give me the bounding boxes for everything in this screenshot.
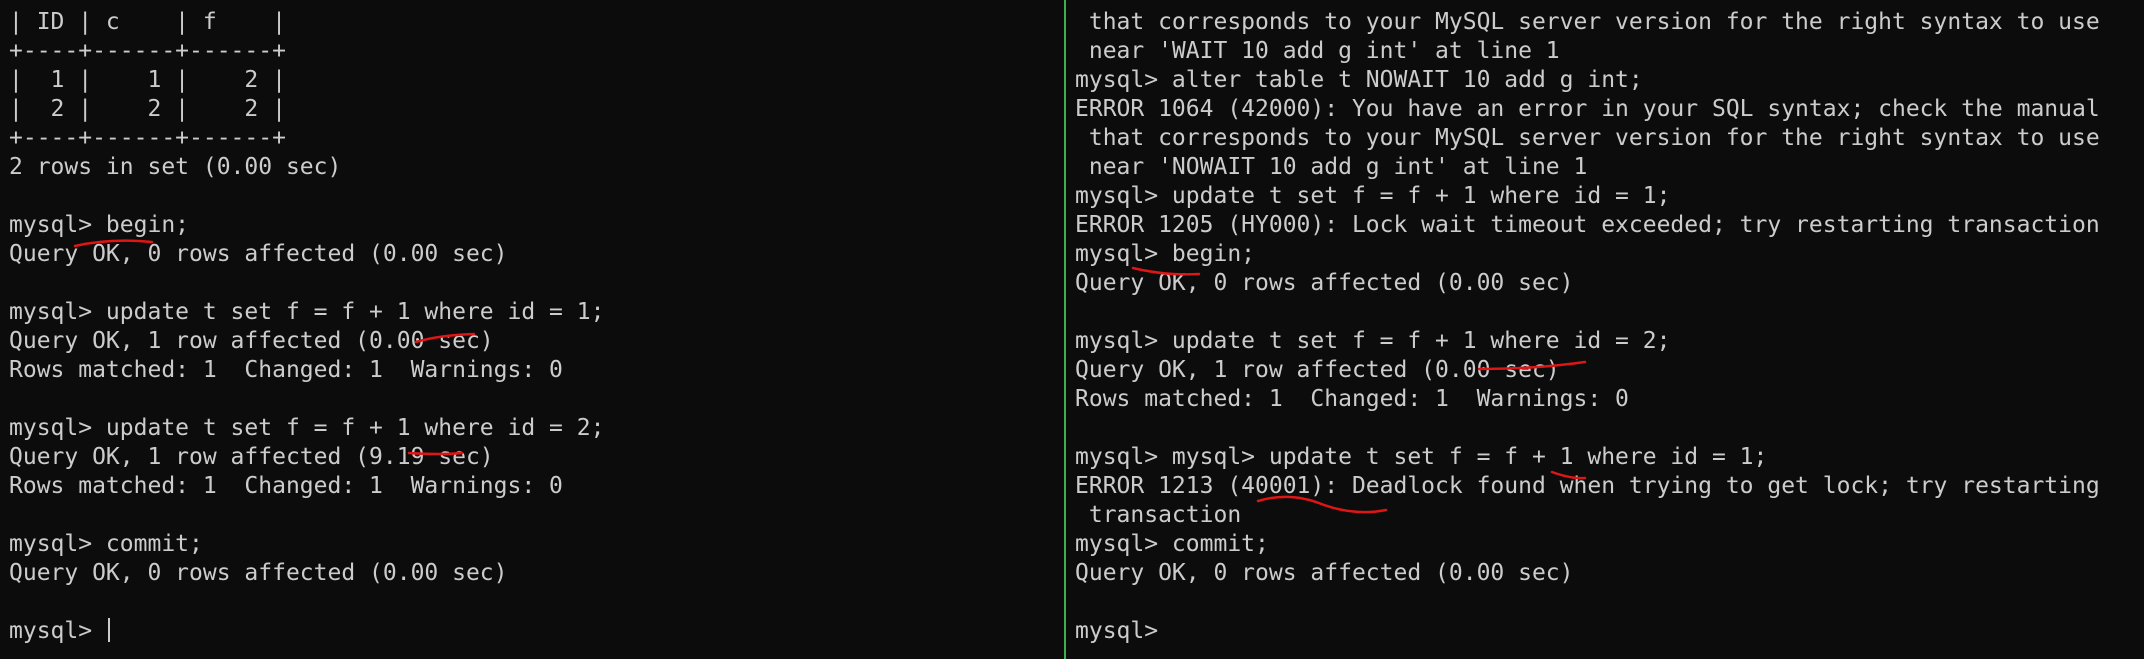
terminal-window[interactable]: | ID | c | f | +----+------+------+ | 1 … xyxy=(0,0,2144,659)
terminal-prompt-line[interactable]: mysql> xyxy=(9,617,1064,646)
terminal-line: transaction xyxy=(1075,502,1242,528)
terminal-line: ERROR 1213 (40001): Deadlock found when … xyxy=(1075,473,2100,499)
terminal-line: mysql> begin; xyxy=(9,212,190,238)
terminal-line: mysql> update t set f = f + 1 where id =… xyxy=(1075,183,1671,209)
terminal-line: Query OK, 1 row affected (9.19 sec) xyxy=(9,444,494,470)
prompt-text: mysql> xyxy=(9,618,106,644)
terminal-line: | 1 | 1 | 2 | xyxy=(9,67,286,93)
terminal-line: mysql> mysql> update t set f = f + 1 whe… xyxy=(1075,444,1768,470)
terminal-line: Rows matched: 1 Changed: 1 Warnings: 0 xyxy=(9,357,563,383)
terminal-line: mysql> begin; xyxy=(1075,241,1256,267)
terminal-line: that corresponds to your MySQL server ve… xyxy=(1075,9,2100,35)
terminal-line: near 'NOWAIT 10 add g int' at line 1 xyxy=(1075,154,1588,180)
text-cursor xyxy=(107,618,110,642)
terminal-line: Rows matched: 1 Changed: 1 Warnings: 0 xyxy=(9,473,563,499)
terminal-line: Query OK, 0 rows affected (0.00 sec) xyxy=(1075,270,1574,296)
left-terminal-pane[interactable]: | ID | c | f | +----+------+------+ | 1 … xyxy=(0,0,1064,659)
terminal-prompt-line[interactable]: mysql> xyxy=(1075,617,2144,646)
terminal-line: mysql> update t set f = f + 1 where id =… xyxy=(9,299,605,325)
terminal-line: mysql> update t set f = f + 1 where id =… xyxy=(1075,328,1671,354)
terminal-line: mysql> update t set f = f + 1 where id =… xyxy=(9,415,605,441)
terminal-line: ERROR 1205 (HY000): Lock wait timeout ex… xyxy=(1075,212,2100,238)
terminal-line: near 'WAIT 10 add g int' at line 1 xyxy=(1075,38,1560,64)
terminal-line: Query OK, 0 rows affected (0.00 sec) xyxy=(9,560,508,586)
terminal-line: mysql> commit; xyxy=(1075,531,1269,557)
terminal-line: Query OK, 0 rows affected (0.00 sec) xyxy=(9,241,508,267)
terminal-line: ERROR 1064 (42000): You have an error in… xyxy=(1075,96,2100,122)
terminal-line: Query OK, 1 row affected (0.00 sec) xyxy=(1075,357,1560,383)
terminal-line: | ID | c | f | xyxy=(9,9,286,35)
terminal-line: +----+------+------+ xyxy=(9,38,286,64)
terminal-line: 2 rows in set (0.00 sec) xyxy=(9,154,342,180)
terminal-line: that corresponds to your MySQL server ve… xyxy=(1075,125,2100,151)
right-terminal-pane[interactable]: that corresponds to your MySQL server ve… xyxy=(1066,0,2144,659)
terminal-line: Rows matched: 1 Changed: 1 Warnings: 0 xyxy=(1075,386,1629,412)
terminal-line: Query OK, 0 rows affected (0.00 sec) xyxy=(1075,560,1574,586)
terminal-line: | 2 | 2 | 2 | xyxy=(9,96,286,122)
terminal-line: Query OK, 1 row affected (0.00 sec) xyxy=(9,328,494,354)
terminal-line: mysql> alter table t NOWAIT 10 add g int… xyxy=(1075,67,1643,93)
terminal-line: mysql> commit; xyxy=(9,531,203,557)
terminal-line: +----+------+------+ xyxy=(9,125,286,151)
